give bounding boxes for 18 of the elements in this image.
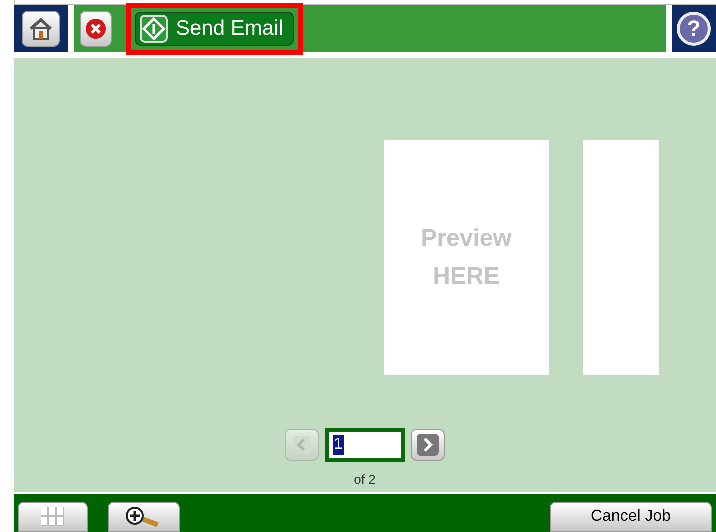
home-button[interactable] — [22, 10, 60, 46]
cancel-job-button[interactable]: Cancel Job — [550, 502, 712, 532]
preview-text: HERE — [433, 262, 500, 292]
next-page-button[interactable] — [411, 429, 445, 461]
chevron-left-icon — [293, 436, 311, 454]
preview-text: Preview — [421, 224, 512, 254]
cancel-button[interactable] — [80, 10, 112, 46]
close-icon — [85, 18, 107, 40]
zoom-button[interactable] — [108, 502, 180, 532]
apps-button[interactable] — [18, 502, 88, 532]
page-number-field[interactable]: 1 — [325, 428, 405, 462]
start-icon — [140, 14, 168, 42]
send-email-button[interactable]: Send Email — [135, 12, 294, 46]
page-count: of 2 — [354, 471, 376, 489]
chevron-right-icon — [417, 434, 439, 456]
home-icon — [29, 18, 53, 40]
grid-icon — [41, 507, 65, 527]
help-button[interactable]: ? — [677, 12, 711, 46]
